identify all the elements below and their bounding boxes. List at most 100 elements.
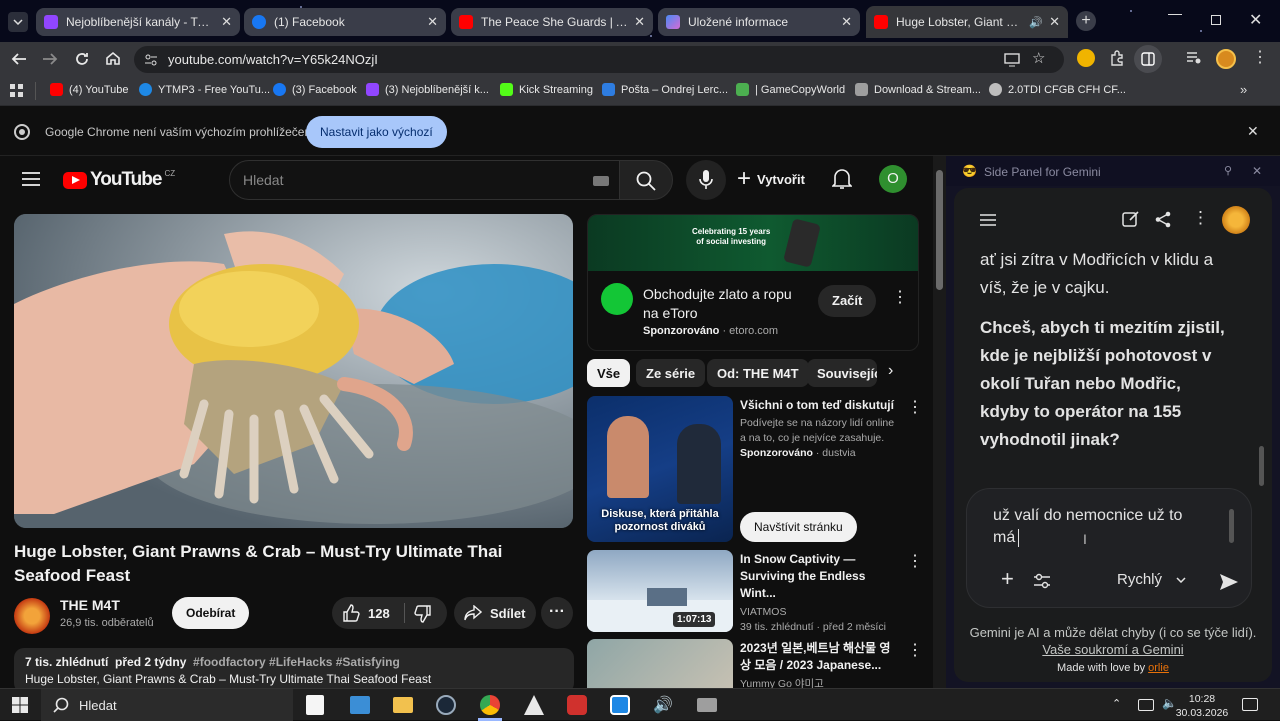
tab-facebook[interactable]: (1) Facebook ✕ — [244, 8, 446, 36]
bookmark-facebook[interactable]: (3) Facebook — [273, 83, 357, 96]
clock[interactable]: 10:28 30.03.2026 — [1172, 692, 1232, 720]
bookmark-posta[interactable]: Pošta – Ondrej Lerc... — [602, 83, 728, 96]
chip-related[interactable]: Souvisejíc — [807, 359, 877, 387]
minimize-button[interactable] — [1168, 14, 1182, 15]
new-chat-edit-icon[interactable] — [1122, 210, 1140, 228]
bookmark-download-stream[interactable]: Download & Stream... — [855, 83, 981, 96]
side-panel-close-icon[interactable]: ✕ — [1252, 164, 1262, 178]
close-icon[interactable]: ✕ — [427, 14, 438, 30]
bookmark-kick[interactable]: Kick Streaming — [500, 83, 593, 96]
search-button[interactable] — [619, 160, 673, 200]
app-triangle-taskbar-icon[interactable] — [524, 695, 544, 715]
bookmark-star-icon[interactable]: ☆ — [1032, 49, 1045, 67]
install-app-icon[interactable] — [1004, 52, 1020, 67]
file-explorer-taskbar-icon[interactable] — [393, 697, 413, 713]
chip-from-channel[interactable]: Od: THE M4T — [707, 359, 809, 387]
app-blue-taskbar-icon[interactable] — [610, 695, 630, 715]
app-gray-taskbar-icon[interactable] — [697, 698, 717, 712]
gemini-menu-icon[interactable] — [980, 214, 996, 226]
close-icon[interactable]: ✕ — [221, 14, 232, 30]
app-red-taskbar-icon[interactable] — [567, 695, 587, 715]
page-scrollbar[interactable] — [933, 156, 946, 688]
voice-search-button[interactable] — [686, 160, 726, 200]
audio-playing-icon[interactable]: 🔊 — [1029, 16, 1043, 29]
bookmark-tdi[interactable]: 2.0TDI CFGB CFH CF... — [989, 83, 1126, 96]
close-icon[interactable]: ✕ — [634, 14, 645, 30]
more-bookmarks-icon[interactable]: » — [1240, 82, 1247, 97]
author-link[interactable]: orlie — [1148, 662, 1169, 674]
keyboard-icon[interactable] — [593, 176, 609, 186]
restore-button[interactable] — [1211, 15, 1221, 25]
channel-name[interactable]: THE M4T — [60, 597, 120, 613]
bookmark-ytmp3[interactable]: YTMP3 - Free YouTu... — [139, 83, 270, 96]
address-bar[interactable]: youtube.com/watch?v=Y65k24NOzjI ☆ — [134, 46, 1064, 73]
tab-huge-lobster[interactable]: Huge Lobster, Giant Prawns 🔊 ✕ — [866, 6, 1068, 38]
rec-info-3[interactable]: 2023년 일본,베트남 해산물 영상 모음 / 2023 Japanese..… — [740, 640, 900, 688]
windows-start-icon[interactable] — [12, 697, 28, 713]
tray-overflow-icon[interactable]: ⌃ — [1112, 697, 1121, 710]
chat-scrollbar-thumb[interactable] — [1259, 446, 1264, 486]
reload-icon[interactable] — [74, 51, 90, 67]
search-box[interactable]: Hledat — [229, 160, 620, 200]
notifications-bell-icon[interactable] — [832, 168, 852, 190]
taskbar-search-box[interactable]: Hledat — [41, 689, 293, 721]
notepad-taskbar-icon[interactable] — [306, 695, 324, 715]
prompt-text[interactable]: už valí do nemocnice už to má — [993, 505, 1223, 549]
new-tab-button[interactable]: + — [1076, 11, 1096, 31]
ad-menu-icon[interactable]: ⋮ — [892, 287, 908, 307]
rec-menu-icon[interactable]: ⋮ — [907, 640, 923, 660]
youtube-logo[interactable]: YouTube CZ — [63, 169, 175, 191]
chevron-right-icon[interactable]: › — [888, 362, 893, 380]
tools-sliders-icon[interactable] — [1033, 573, 1051, 589]
visit-site-button[interactable]: Navštívit stránku — [740, 512, 857, 542]
input-scrollbar-thumb[interactable] — [1229, 509, 1234, 543]
tab-ulozene-informace[interactable]: Uložené informace ✕ — [658, 8, 860, 36]
home-icon[interactable] — [105, 50, 121, 66]
bookmark-twitch[interactable]: (3) Nejoblíbenější k... — [366, 83, 489, 96]
bookmark-gamecopyworld[interactable]: | GameCopyWorld — [736, 83, 845, 96]
site-info-icon[interactable] — [144, 53, 158, 67]
rec-info-2[interactable]: In Snow Captivity — Surviving the Endles… — [740, 551, 900, 635]
send-icon[interactable] — [1219, 573, 1239, 591]
account-avatar[interactable]: O — [879, 165, 907, 193]
apps-grid-icon[interactable] — [10, 84, 24, 98]
subscribe-button[interactable]: Odebírat — [172, 597, 250, 629]
thumbs-down-icon[interactable] — [414, 605, 432, 623]
hashtags[interactable]: #foodfactory #LifeHacks #Satisfying — [193, 655, 400, 669]
pin-icon[interactable]: ⚲ — [1224, 164, 1232, 177]
rec-info-1[interactable]: Všichni o tom teď diskutují Podívejte se… — [740, 397, 900, 461]
rec-thumbnail-2[interactable]: 1:07:13 — [587, 550, 733, 632]
rec-thumbnail-3[interactable] — [587, 639, 733, 688]
chrome-taskbar-icon[interactable] — [480, 695, 500, 715]
profile-avatar[interactable] — [1216, 49, 1236, 69]
gemini-profile-avatar[interactable] — [1222, 206, 1250, 234]
network-tray-icon[interactable] — [1138, 699, 1154, 711]
task-view-taskbar-icon[interactable] — [350, 696, 370, 714]
volume-taskbar-icon[interactable]: 🔊 — [653, 695, 673, 715]
media-controls-icon[interactable] — [1186, 51, 1202, 65]
tab-peace-she-guards[interactable]: The Peace She Guards | Ambien ✕ — [451, 8, 653, 36]
notifications-tray-icon[interactable] — [1242, 698, 1258, 711]
like-button[interactable]: 128 — [332, 597, 404, 629]
bookmark-youtube[interactable]: (4) YouTube — [50, 83, 129, 96]
create-button[interactable]: + Vytvořit — [737, 167, 805, 191]
extensions-puzzle-icon[interactable] — [1109, 50, 1125, 66]
side-panel-button[interactable] — [1134, 45, 1162, 73]
ad-card[interactable]: Celebrating 15 years of social investing… — [587, 214, 919, 351]
prompt-input-box[interactable]: už valí do nemocnice už to má I + Rychlý — [966, 488, 1252, 608]
chip-series[interactable]: Ze série — [636, 359, 706, 387]
share-button[interactable]: Sdílet — [454, 597, 536, 629]
ad-cta-button[interactable]: Začít — [818, 285, 877, 317]
tab-twitch[interactable]: Nejoblíbenější kanály - Twitch ✕ — [36, 8, 240, 36]
video-player[interactable] — [14, 214, 573, 528]
add-attachment-icon[interactable]: + — [1001, 568, 1014, 590]
set-default-button[interactable]: Nastavit jako výchozí — [306, 116, 447, 148]
chip-all[interactable]: Vše — [587, 359, 631, 387]
window-close-button[interactable]: ✕ — [1249, 10, 1262, 30]
close-icon[interactable]: ✕ — [841, 14, 852, 30]
channel-avatar[interactable] — [14, 598, 50, 634]
forward-icon[interactable] — [42, 52, 58, 66]
more-actions-button[interactable]: ··· — [541, 597, 573, 629]
infobar-close-icon[interactable]: ✕ — [1247, 123, 1259, 140]
hamburger-menu-icon[interactable] — [22, 172, 40, 186]
